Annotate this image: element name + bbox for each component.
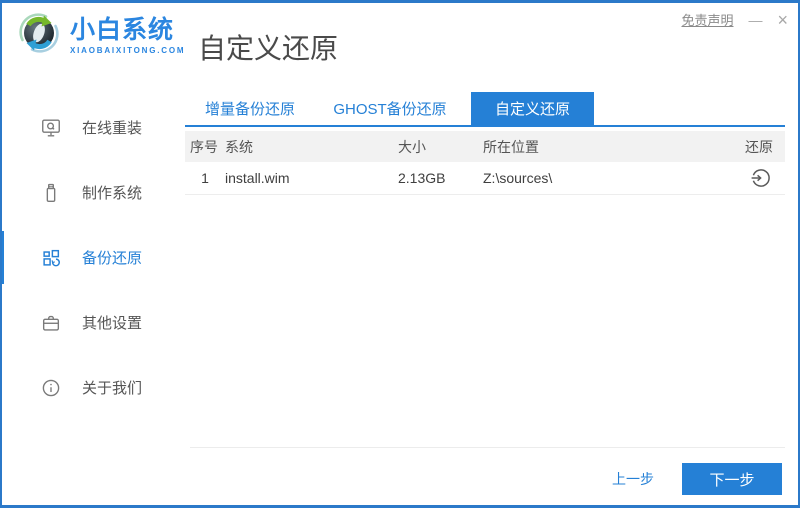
sidebar-item-label: 在线重装 [82, 120, 143, 137]
sidebar-item-other-settings[interactable]: 其他设置 [2, 290, 185, 355]
tab-ghost-backup-restore[interactable]: GHOST备份还原 [321, 92, 459, 125]
previous-step-button[interactable]: 上一步 [612, 469, 654, 489]
sidebar-item-backup-restore[interactable]: 备份还原 [2, 225, 185, 290]
app-window: 小白系统 XIAOBAIXITONG.COM 自定义还原 免责声明 — × 在线… [0, 0, 800, 508]
disclaimer-link[interactable]: 免责声明 [681, 10, 733, 29]
col-header-location: 所在位置 [483, 138, 539, 155]
brand-domain: XIAOBAIXITONG.COM [70, 45, 186, 55]
monitor-icon [40, 117, 62, 139]
footer: 上一步 下一步 [612, 463, 782, 495]
restore-icon[interactable] [749, 166, 773, 190]
app-logo-icon [16, 10, 62, 61]
col-header-restore: 还原 [745, 138, 773, 155]
backup-table: 序号 系统 大小 所在位置 还原 1 install.wim 2.13GB Z:… [185, 131, 785, 195]
cell-system: install.wim [225, 170, 290, 186]
minimize-button[interactable]: — [748, 13, 762, 27]
sidebar-item-label: 备份还原 [82, 250, 143, 267]
page-title: 自定义还原 [198, 33, 339, 64]
tab-custom-restore[interactable]: 自定义还原 [471, 92, 594, 125]
info-icon [40, 377, 62, 399]
next-step-button[interactable]: 下一步 [682, 463, 782, 495]
table-row: 1 install.wim 2.13GB Z:\sources\ [185, 162, 785, 195]
brand-name: 小白系统 [70, 16, 175, 45]
tab-incremental-backup-restore[interactable]: 增量备份还原 [191, 92, 309, 125]
cell-size: 2.13GB [398, 170, 446, 186]
sidebar-item-online-reinstall[interactable]: 在线重装 [2, 95, 185, 160]
close-button[interactable]: × [777, 11, 788, 29]
sidebar-item-about-us[interactable]: 关于我们 [2, 355, 185, 420]
titlebar: 免责声明 — × [681, 10, 788, 29]
col-header-index: 序号 [190, 138, 218, 155]
sidebar-item-make-system[interactable]: 制作系统 [2, 160, 185, 225]
sidebar-item-label: 其他设置 [82, 315, 143, 332]
cell-location: Z:\sources\ [483, 170, 553, 186]
usb-drive-icon [40, 182, 62, 204]
tab-bar: 增量备份还原 GHOST备份还原 自定义还原 [185, 92, 785, 127]
sidebar-item-label: 关于我们 [82, 380, 143, 397]
blocks-restore-icon [40, 247, 62, 269]
sidebar-item-label: 制作系统 [82, 185, 143, 202]
cell-index: 1 [201, 170, 209, 186]
briefcase-icon [40, 312, 62, 334]
col-header-size: 大小 [398, 138, 426, 155]
col-header-system: 系统 [225, 138, 253, 155]
brand: 小白系统 XIAOBAIXITONG.COM [16, 10, 185, 61]
sidebar: 在线重装 制作系统 备份还原 其他设置 关于我们 [2, 91, 185, 420]
footer-divider [190, 447, 785, 448]
table-header-row: 序号 系统 大小 所在位置 还原 [185, 131, 785, 162]
